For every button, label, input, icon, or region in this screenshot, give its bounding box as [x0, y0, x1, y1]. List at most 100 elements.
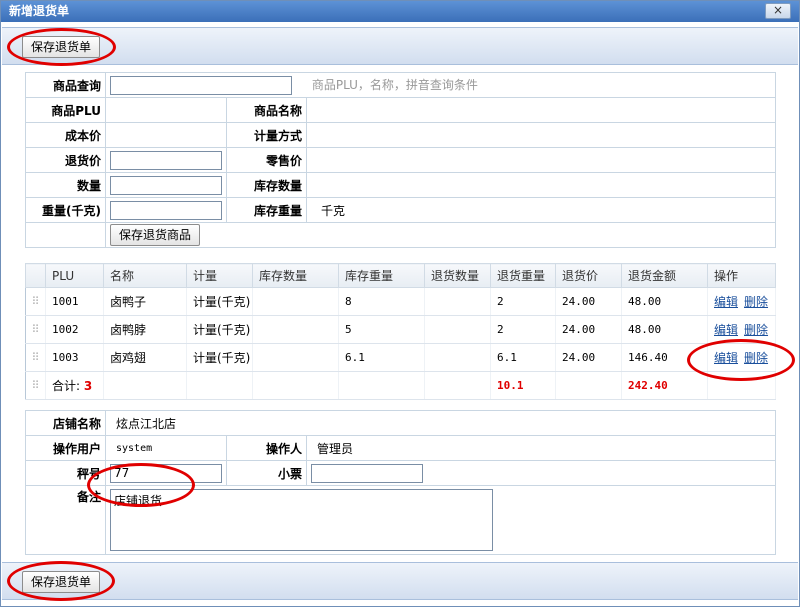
- note-textarea[interactable]: 店铺退货: [110, 489, 493, 551]
- drag-handle-icon[interactable]: ⠿: [25, 315, 46, 344]
- edit-link[interactable]: 编辑: [714, 351, 738, 365]
- cell-return-weight: 2: [490, 315, 556, 344]
- stock-weight-unit: 千克: [306, 197, 776, 223]
- cell-price: 24.00: [555, 343, 622, 372]
- cell-return-qty: [424, 287, 491, 316]
- query-hint: 商品PLU，名称，拼音查询条件: [311, 78, 478, 92]
- weight-input[interactable]: [110, 200, 222, 220]
- cell-price: 24.00: [555, 315, 622, 344]
- query-label: 商品查询: [25, 72, 106, 98]
- qty-label: 数量: [25, 172, 106, 198]
- cell-stock-weight: 5: [338, 315, 425, 344]
- save-return-order-button-bottom[interactable]: 保存退货单: [22, 571, 101, 593]
- title-bar: 新增退货单 ×: [1, 1, 799, 22]
- table-row[interactable]: ⠿ 1001 卤鸭子 计量(千克) 8 2 24.00 48.00 编辑 删除: [25, 287, 776, 316]
- col-amount[interactable]: 退货金额: [621, 263, 708, 288]
- product-name-label: 商品名称: [226, 97, 307, 123]
- user-value: system: [105, 435, 227, 461]
- user-label: 操作用户: [25, 435, 106, 461]
- stock-qty-value: [306, 172, 776, 198]
- cell-measure: 计量(千克): [186, 287, 253, 316]
- edit-link[interactable]: 编辑: [714, 323, 738, 337]
- total-label: 合计:: [52, 379, 81, 393]
- cell-return-weight: 2: [490, 287, 556, 316]
- store-form: 店铺名称 炫点江北店 操作用户 system 操作人 管理员 秤号 小票 备注 …: [25, 410, 776, 555]
- col-name[interactable]: 名称: [103, 263, 187, 288]
- cell-stock-qty: [252, 315, 339, 344]
- retail-price-value: [306, 147, 776, 173]
- cell-measure: 计量(千克): [186, 343, 253, 372]
- delete-link[interactable]: 删除: [744, 323, 768, 337]
- drag-handle-icon: ⠿: [25, 371, 46, 400]
- col-stock-weight[interactable]: 库存重量: [338, 263, 425, 288]
- empty-cell: [25, 222, 106, 248]
- col-measure[interactable]: 计量: [186, 263, 253, 288]
- receipt-label: 小票: [226, 460, 307, 486]
- cell-amount: 48.00: [621, 287, 708, 316]
- cell-stock-weight: 6.1: [338, 343, 425, 372]
- cell-name: 卤鸡翅: [103, 343, 187, 372]
- col-stock-qty[interactable]: 库存数量: [252, 263, 339, 288]
- cost-label: 成本价: [25, 122, 106, 148]
- cell-stock-qty: [252, 287, 339, 316]
- total-amount: 242.40: [621, 371, 708, 400]
- return-price-label: 退货价: [25, 147, 106, 173]
- total-count: 3: [83, 379, 93, 393]
- delete-link[interactable]: 删除: [744, 351, 768, 365]
- total-row: ⠿ 合计: 3 10.1 242.40: [25, 371, 776, 400]
- save-return-order-button[interactable]: 保存退货单: [22, 36, 101, 58]
- col-return-weight[interactable]: 退货重量: [490, 263, 556, 288]
- stock-qty-label: 库存数量: [226, 172, 307, 198]
- cell-return-qty: [424, 315, 491, 344]
- store-label: 店铺名称: [25, 410, 106, 436]
- col-return-qty[interactable]: 退货数量: [424, 263, 491, 288]
- cell-name: 卤鸭子: [103, 287, 187, 316]
- stock-weight-label: 库存重量: [226, 197, 307, 223]
- cell-plu: 1002: [45, 315, 104, 344]
- edit-link[interactable]: 编辑: [714, 295, 738, 309]
- scale-input[interactable]: [110, 463, 222, 483]
- col-actions: 操作: [707, 263, 776, 288]
- cell-stock-weight: 8: [338, 287, 425, 316]
- table-row[interactable]: ⠿ 1003 卤鸡翅 计量(千克) 6.1 6.1 24.00 146.40 编…: [25, 343, 776, 372]
- return-price-input[interactable]: [110, 150, 222, 170]
- product-form: 商品查询 商品PLU，名称，拼音查询条件 商品PLU 商品名称 成本价 计量方式…: [25, 72, 776, 248]
- operator-value: 管理员: [306, 435, 776, 461]
- qty-input[interactable]: [110, 175, 222, 195]
- product-name-value: [306, 97, 776, 123]
- cell-plu: 1001: [45, 287, 104, 316]
- cell-return-qty: [424, 343, 491, 372]
- retail-price-label: 零售价: [226, 147, 307, 173]
- delete-link[interactable]: 删除: [744, 295, 768, 309]
- drag-handle-icon[interactable]: ⠿: [25, 343, 46, 372]
- total-weight: 10.1: [490, 371, 556, 400]
- receipt-input[interactable]: [311, 463, 423, 483]
- close-icon[interactable]: ×: [765, 3, 791, 19]
- table-row[interactable]: ⠿ 1002 卤鸭脖 计量(千克) 5 2 24.00 48.00 编辑 删除: [25, 315, 776, 344]
- operator-label: 操作人: [226, 435, 307, 461]
- scale-label: 秤号: [25, 460, 106, 486]
- col-price[interactable]: 退货价: [555, 263, 622, 288]
- plu-label: 商品PLU: [25, 97, 106, 123]
- product-query-input[interactable]: [110, 75, 292, 95]
- cost-value: [105, 122, 227, 148]
- cell-name: 卤鸭脖: [103, 315, 187, 344]
- measure-label: 计量方式: [226, 122, 307, 148]
- save-item-button[interactable]: 保存退货商品: [110, 224, 201, 246]
- cell-price: 24.00: [555, 287, 622, 316]
- cell-return-weight: 6.1: [490, 343, 556, 372]
- drag-handle-icon[interactable]: ⠿: [25, 287, 46, 316]
- grip-header: [25, 263, 46, 288]
- plu-value: [105, 97, 227, 123]
- col-plu[interactable]: PLU: [45, 263, 104, 288]
- cell-stock-qty: [252, 343, 339, 372]
- store-value: 炫点江北店: [105, 410, 776, 436]
- return-items-grid: PLU 名称 计量 库存数量 库存重量 退货数量 退货重量 退货价 退货金额 操…: [25, 263, 776, 400]
- total-cell: 合计: 3: [45, 371, 104, 400]
- weight-label: 重量(千克): [25, 197, 106, 223]
- note-label: 备注: [25, 485, 106, 555]
- cell-measure: 计量(千克): [186, 315, 253, 344]
- cell-amount: 48.00: [621, 315, 708, 344]
- window-title: 新增退货单: [9, 4, 70, 18]
- bottom-toolbar: 保存退货单: [2, 562, 798, 600]
